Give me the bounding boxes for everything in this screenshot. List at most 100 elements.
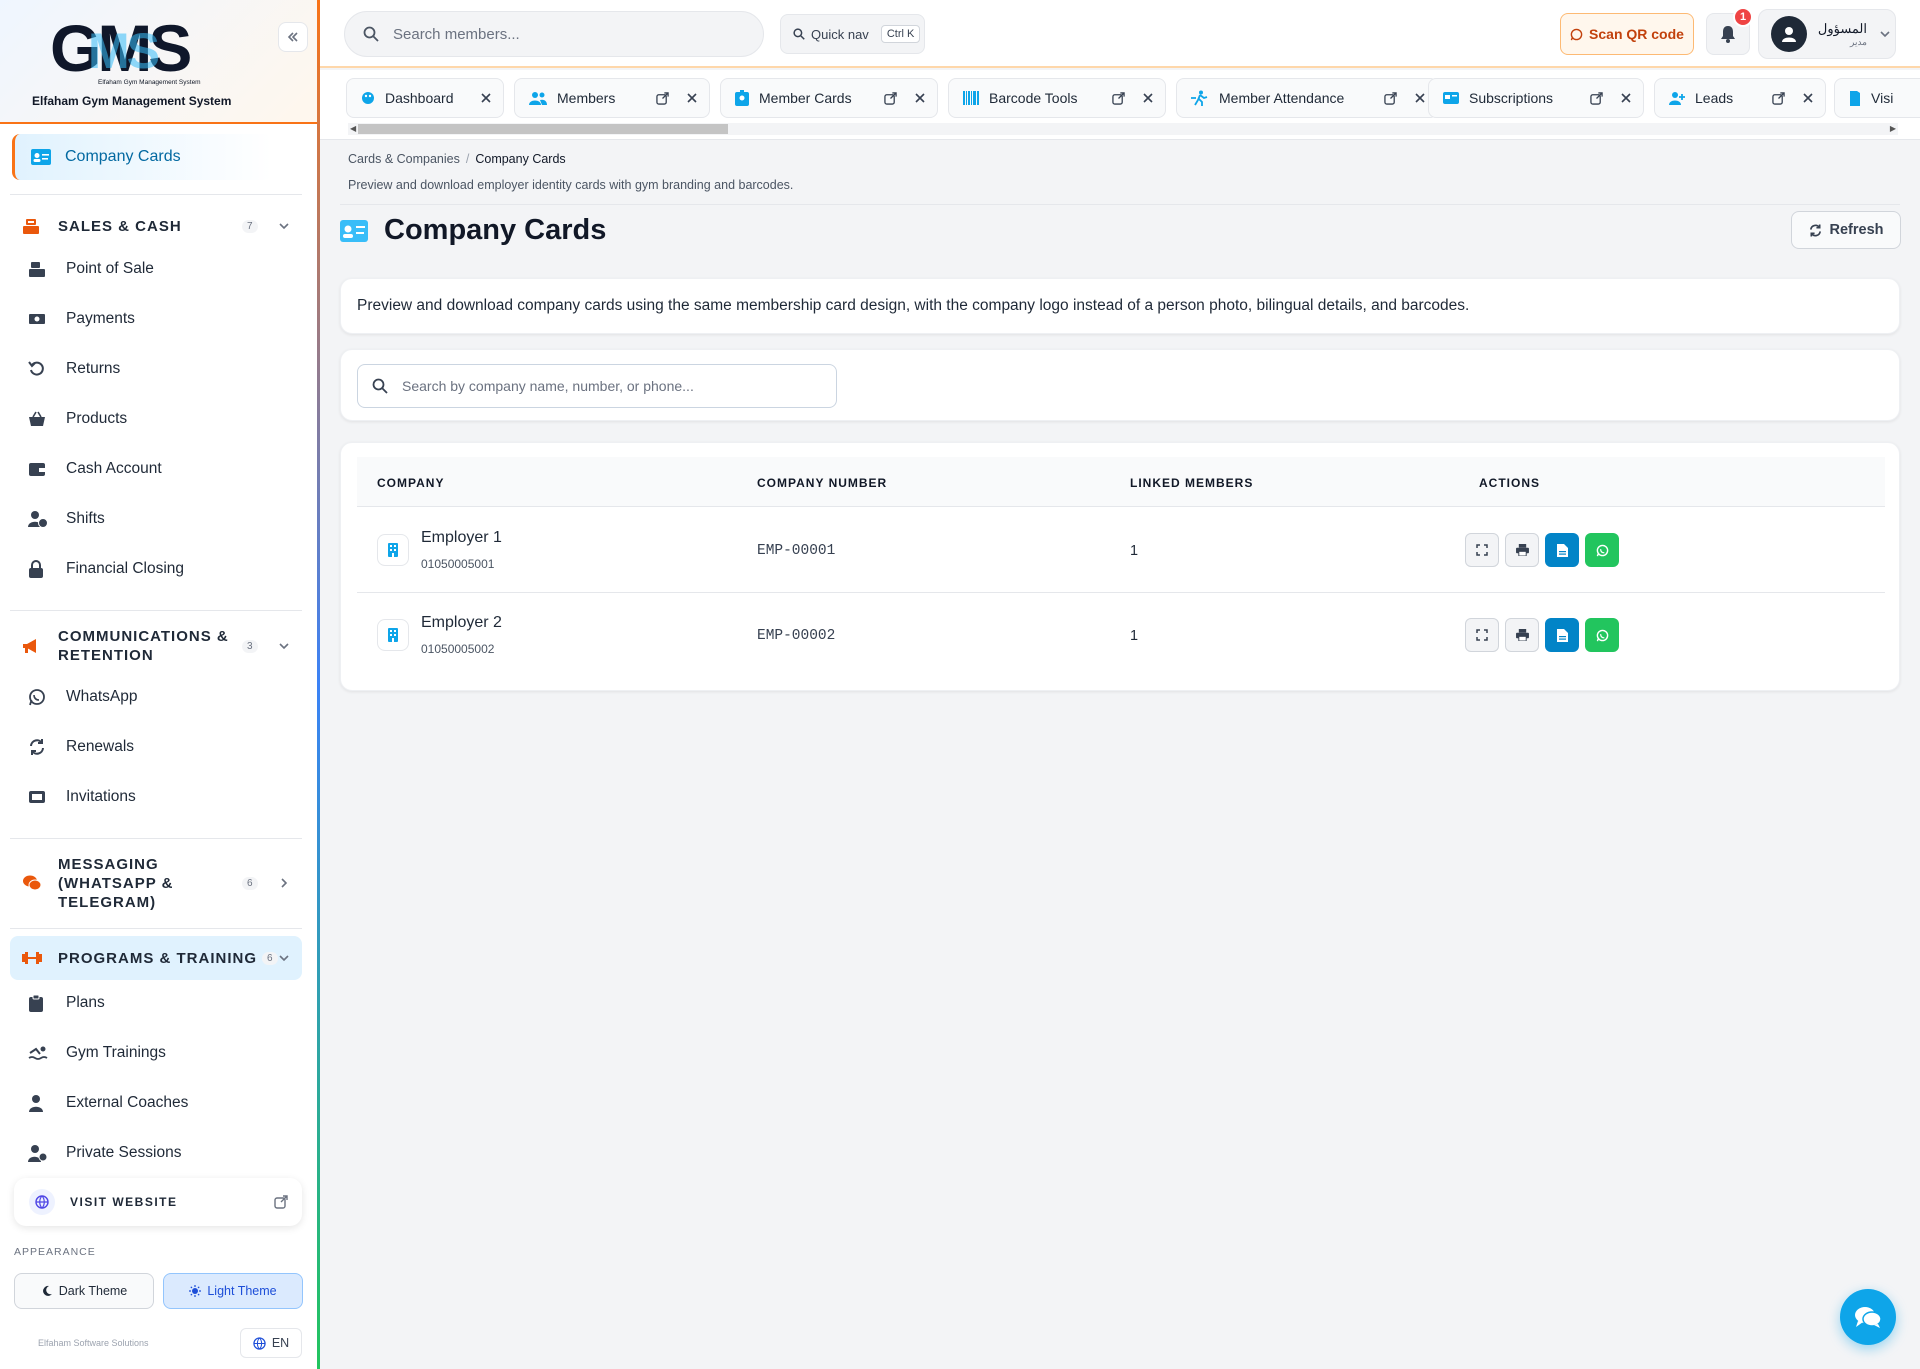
- chevron-down-icon: [278, 220, 290, 232]
- light-theme-button[interactable]: Light Theme: [163, 1273, 303, 1309]
- building-icon: [377, 534, 409, 566]
- tab-label: Leads: [1695, 90, 1734, 106]
- clock-user-icon: [28, 510, 48, 528]
- chat-icon: [1854, 1305, 1882, 1329]
- sidebar-item-cash-account[interactable]: Cash Account: [28, 460, 162, 478]
- sidebar-item-whatsapp[interactable]: WhatsApp: [28, 688, 138, 706]
- breadcrumb-parent[interactable]: Cards & Companies: [348, 152, 460, 166]
- tab-leads[interactable]: Leads: [1654, 78, 1826, 118]
- walking-icon: [1191, 90, 1209, 106]
- sidebar-item-point-of-sale[interactable]: Point of Sale: [28, 260, 154, 278]
- divider: [10, 194, 302, 195]
- scroll-left-icon[interactable]: ◀: [350, 124, 356, 133]
- group-count: 3: [242, 639, 258, 653]
- external-link-icon[interactable]: [656, 91, 669, 105]
- user-plus-icon: [1669, 91, 1685, 105]
- whatsapp-share-button[interactable]: [1585, 533, 1619, 567]
- sidebar-item-external-coaches[interactable]: External Coaches: [28, 1094, 188, 1112]
- preview-button[interactable]: [1465, 618, 1499, 652]
- id-card-icon: [340, 219, 368, 242]
- undo-icon: [28, 360, 48, 378]
- download-pdf-button[interactable]: [1545, 533, 1579, 567]
- tab-barcode-tools[interactable]: Barcode Tools: [948, 78, 1166, 118]
- tab-members[interactable]: Members: [514, 78, 710, 118]
- sidebar-item-label: Products: [66, 410, 128, 427]
- sidebar-item-renewals[interactable]: Renewals: [28, 738, 134, 756]
- language-switcher[interactable]: EN: [240, 1328, 302, 1358]
- tab-actions: [1772, 91, 1813, 105]
- swimmer-icon: [28, 1045, 48, 1061]
- sidebar-item-gym-trainings[interactable]: Gym Trainings: [28, 1044, 166, 1062]
- shortcut-hint: Ctrl K: [880, 25, 921, 43]
- external-link-icon[interactable]: [1112, 91, 1125, 105]
- close-icon[interactable]: [687, 93, 697, 103]
- chevron-down-icon: [278, 952, 290, 964]
- external-link-icon[interactable]: [1772, 91, 1785, 105]
- external-link-icon[interactable]: [1384, 91, 1397, 105]
- external-link-icon[interactable]: [884, 91, 897, 105]
- quick-nav-label: Quick nav: [811, 26, 869, 42]
- close-icon[interactable]: [481, 93, 491, 103]
- sidebar-item-payments[interactable]: Payments: [28, 310, 135, 328]
- tab-visits[interactable]: Visi: [1834, 78, 1920, 118]
- sidebar-item-shifts[interactable]: Shifts: [28, 510, 105, 528]
- company-search-input[interactable]: Search by company name, number, or phone…: [357, 364, 837, 408]
- sidebar-item-invitations[interactable]: Invitations: [28, 788, 136, 806]
- breadcrumb-current: Company Cards: [475, 152, 566, 166]
- close-icon[interactable]: [1415, 93, 1425, 103]
- building-icon: [377, 619, 409, 651]
- scan-qr-button[interactable]: Scan QR code: [1560, 13, 1694, 55]
- chevron-right-icon: [278, 877, 290, 889]
- chevron-down-icon: [1879, 28, 1891, 40]
- company-credit: Elfaham Software Solutions: [38, 1338, 149, 1348]
- print-button[interactable]: [1505, 618, 1539, 652]
- tabs-scrollbar[interactable]: ◀ ▶: [348, 123, 1898, 135]
- page-description: Preview and download employer identity c…: [348, 178, 794, 192]
- print-button[interactable]: [1505, 533, 1539, 567]
- visit-website-label: VISIT WEBSITE: [70, 1195, 178, 1209]
- collapse-sidebar-button[interactable]: [278, 22, 308, 52]
- tab-subscriptions[interactable]: Subscriptions: [1428, 78, 1644, 118]
- external-link-icon[interactable]: [1590, 91, 1603, 105]
- whatsapp-share-button[interactable]: [1585, 618, 1619, 652]
- group-count: 6: [242, 876, 258, 890]
- close-icon[interactable]: [1803, 93, 1813, 103]
- group-communications[interactable]: COMMUNICATIONS & RETENTION 3: [10, 618, 302, 674]
- sidebar-item-private-sessions[interactable]: Private Sessions: [28, 1144, 181, 1162]
- download-pdf-button[interactable]: [1545, 618, 1579, 652]
- id-card-icon: [31, 149, 51, 165]
- support-chat-button[interactable]: [1840, 1289, 1896, 1345]
- sidebar-item-returns[interactable]: Returns: [28, 360, 120, 378]
- sidebar-item-financial-closing[interactable]: Financial Closing: [28, 560, 184, 578]
- close-icon[interactable]: [1621, 93, 1631, 103]
- refresh-label: Refresh: [1829, 222, 1884, 238]
- sidebar-item-plans[interactable]: Plans: [28, 994, 105, 1012]
- close-icon[interactable]: [1143, 93, 1153, 103]
- tab-member-cards[interactable]: Member Cards: [720, 78, 938, 118]
- close-icon[interactable]: [915, 93, 925, 103]
- external-link-icon: [274, 1195, 288, 1209]
- sidebar-item-products[interactable]: Products: [28, 410, 127, 428]
- palette-icon: [361, 91, 375, 105]
- group-messaging[interactable]: MESSAGING (WHATSAPP & TELEGRAM) 6: [10, 846, 302, 920]
- globe-icon: [253, 1336, 266, 1350]
- tab-member-attendance[interactable]: Member Attendance: [1176, 78, 1438, 118]
- refresh-button[interactable]: Refresh: [1791, 211, 1901, 249]
- tab-dashboard[interactable]: Dashboard: [346, 78, 504, 118]
- group-sales-cash[interactable]: SALES & CASH 7: [10, 204, 302, 248]
- refresh-icon: [1809, 223, 1822, 237]
- dark-theme-button[interactable]: Dark Theme: [14, 1273, 154, 1309]
- users-icon: [529, 91, 547, 105]
- sidebar-item-company-cards[interactable]: Company Cards: [12, 134, 272, 180]
- user-gear-icon: [28, 1144, 48, 1162]
- group-programs-training[interactable]: PROGRAMS & TRAINING 6: [10, 936, 302, 980]
- preview-button[interactable]: [1465, 533, 1499, 567]
- quick-nav-button[interactable]: Quick nav Ctrl K: [780, 14, 925, 54]
- tab-actions: [1384, 91, 1425, 105]
- visit-website-button[interactable]: VISIT WEBSITE: [14, 1178, 302, 1226]
- linked-members-count: 1: [1130, 543, 1139, 559]
- user-menu[interactable]: المسؤول مدير: [1758, 9, 1896, 59]
- scrollbar-thumb[interactable]: [358, 124, 728, 134]
- scroll-right-icon[interactable]: ▶: [1890, 124, 1896, 133]
- member-search-input[interactable]: Search members...: [344, 11, 764, 57]
